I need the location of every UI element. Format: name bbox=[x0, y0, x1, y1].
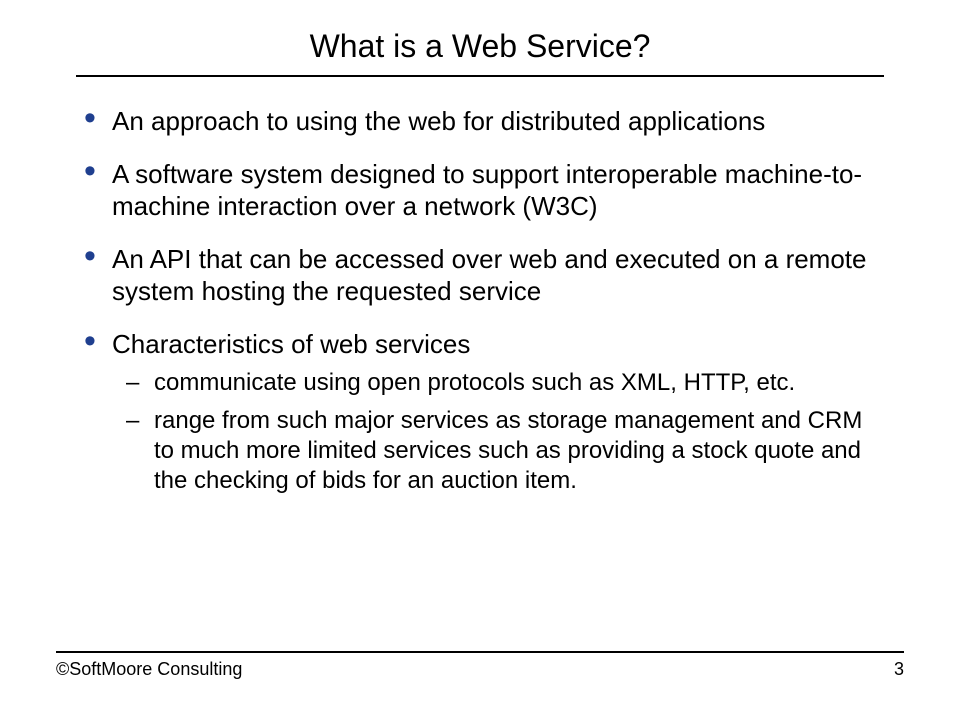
slide-footer: ©SoftMoore Consulting 3 bbox=[56, 651, 904, 680]
footer-copyright: ©SoftMoore Consulting bbox=[56, 659, 242, 680]
footer-page-number: 3 bbox=[894, 659, 904, 680]
bullet-text: A software system designed to support in… bbox=[112, 159, 862, 222]
bullet-item: A software system designed to support in… bbox=[84, 158, 876, 223]
sub-bullet-text: range from such major services as storag… bbox=[154, 407, 862, 494]
slide-content: An approach to using the web for distrib… bbox=[56, 105, 904, 496]
slide: What is a Web Service? An approach to us… bbox=[0, 0, 960, 720]
sub-bullet-text: communicate using open protocols such as… bbox=[154, 369, 795, 396]
bullet-item: An API that can be accessed over web and… bbox=[84, 243, 876, 308]
bullet-text: An approach to using the web for distrib… bbox=[112, 106, 765, 136]
slide-title: What is a Web Service? bbox=[76, 28, 884, 77]
sub-bullet-item: range from such major services as storag… bbox=[126, 406, 876, 496]
bullet-text: Characteristics of web services bbox=[112, 329, 470, 359]
sub-bullet-list: communicate using open protocols such as… bbox=[112, 368, 876, 496]
bullet-item: An approach to using the web for distrib… bbox=[84, 105, 876, 138]
sub-bullet-item: communicate using open protocols such as… bbox=[126, 368, 876, 398]
bullet-item: Characteristics of web services communic… bbox=[84, 328, 876, 497]
main-bullet-list: An approach to using the web for distrib… bbox=[84, 105, 876, 496]
bullet-text: An API that can be accessed over web and… bbox=[112, 244, 866, 307]
